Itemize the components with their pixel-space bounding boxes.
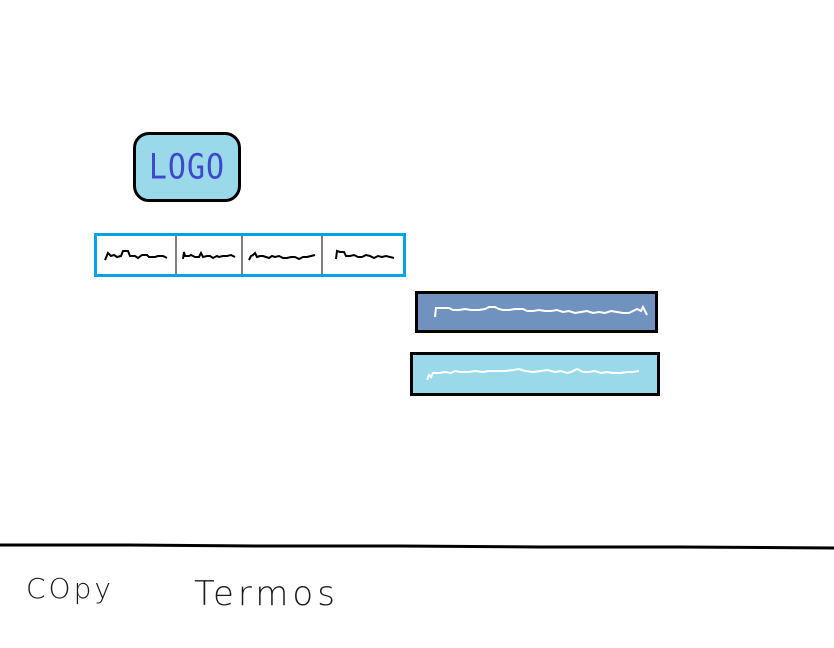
logo[interactable]: LOGO: [133, 132, 241, 202]
secondary-button[interactable]: [410, 352, 660, 396]
placeholder-label-scribble: [182, 250, 236, 260]
nav-bar: [94, 233, 406, 277]
placeholder-label-scribble: [104, 250, 168, 261]
placeholder-label-scribble: [426, 367, 640, 381]
footer-divider: [0, 543, 834, 550]
primary-button[interactable]: [415, 291, 658, 333]
footer-copy-link[interactable]: COpy: [26, 572, 114, 605]
logo-text: LOGO: [148, 146, 226, 188]
footer-terms-link[interactable]: Termos: [194, 574, 339, 614]
nav-item-2[interactable]: [177, 236, 243, 274]
nav-item-4[interactable]: [323, 236, 403, 274]
placeholder-label-scribble: [248, 251, 316, 261]
placeholder-label-scribble: [433, 304, 648, 318]
placeholder-label-scribble: [335, 249, 395, 260]
nav-item-3[interactable]: [243, 236, 323, 274]
nav-item-1[interactable]: [97, 236, 177, 274]
